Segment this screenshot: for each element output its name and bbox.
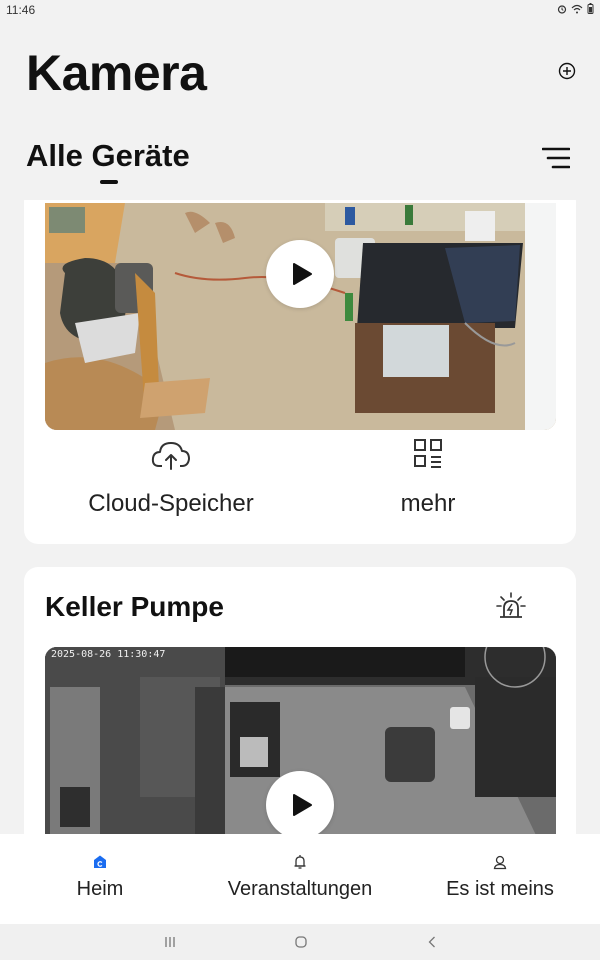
- cloud-storage-button[interactable]: Cloud-Speicher: [46, 438, 296, 518]
- profile-icon: [492, 854, 508, 870]
- nav-item-profile[interactable]: Es ist meins: [430, 834, 570, 924]
- home-system-button[interactable]: [293, 934, 309, 950]
- alarm-button[interactable]: [496, 591, 526, 621]
- device-card: Keller Pumpe 2025-08-26 11:30:47: [24, 567, 576, 834]
- system-nav-bar: [0, 924, 600, 960]
- back-chevron-icon: [428, 936, 435, 948]
- nav-item-events[interactable]: Veranstaltungen: [210, 834, 390, 924]
- camera-preview[interactable]: [45, 203, 556, 430]
- nav-label-events: Veranstaltungen: [227, 878, 373, 900]
- camera-frame-image: [45, 203, 556, 430]
- camera-preview[interactable]: 2025-08-26 11:30:47: [45, 647, 556, 834]
- play-icon: [293, 794, 312, 816]
- device-card: Cloud-Speicher mehr: [24, 200, 576, 544]
- device-list[interactable]: Cloud-Speicher mehr Keller Pumpe 2025-08…: [0, 200, 600, 834]
- nav-label-home: Heim: [76, 878, 124, 900]
- status-time: 11:46: [6, 3, 36, 17]
- cloud-storage-label: Cloud-Speicher: [88, 490, 254, 517]
- add-device-button[interactable]: [558, 62, 576, 80]
- nav-label-profile: Es ist meins: [446, 878, 554, 900]
- play-icon: [293, 263, 312, 285]
- status-icons: [557, 3, 594, 17]
- more-label: mehr: [400, 490, 456, 517]
- filter-button[interactable]: [541, 147, 571, 169]
- nav-item-home[interactable]: Heim: [40, 834, 160, 924]
- back-button[interactable]: [424, 934, 440, 950]
- bottom-nav: Heim Veranstaltungen Es ist meins: [0, 834, 600, 924]
- tab-indicator: [100, 180, 118, 184]
- alarm-icon: [557, 3, 567, 17]
- siren-icon: [496, 592, 526, 618]
- section-title[interactable]: Alle Geräte: [26, 138, 190, 174]
- play-button[interactable]: [266, 240, 334, 308]
- cloud-upload-icon: [46, 438, 296, 474]
- grid-menu-icon: [303, 438, 553, 474]
- device-name[interactable]: Keller Pumpe: [45, 591, 224, 623]
- battery-icon: [587, 3, 594, 17]
- wifi-icon: [571, 3, 583, 17]
- recents-icon: [165, 937, 175, 947]
- filter-lines-icon: [541, 147, 571, 169]
- home-circle-icon: [295, 936, 307, 948]
- bell-icon: [292, 854, 308, 870]
- play-button[interactable]: [266, 771, 334, 834]
- home-icon: [92, 854, 108, 870]
- recents-button[interactable]: [162, 934, 178, 950]
- more-button[interactable]: mehr: [303, 438, 553, 518]
- page-title: Kamera: [26, 45, 207, 101]
- status-bar: 11:46: [0, 0, 600, 20]
- plus-circle-icon: [558, 62, 576, 80]
- timestamp: 2025-08-26 11:30:47: [51, 649, 166, 660]
